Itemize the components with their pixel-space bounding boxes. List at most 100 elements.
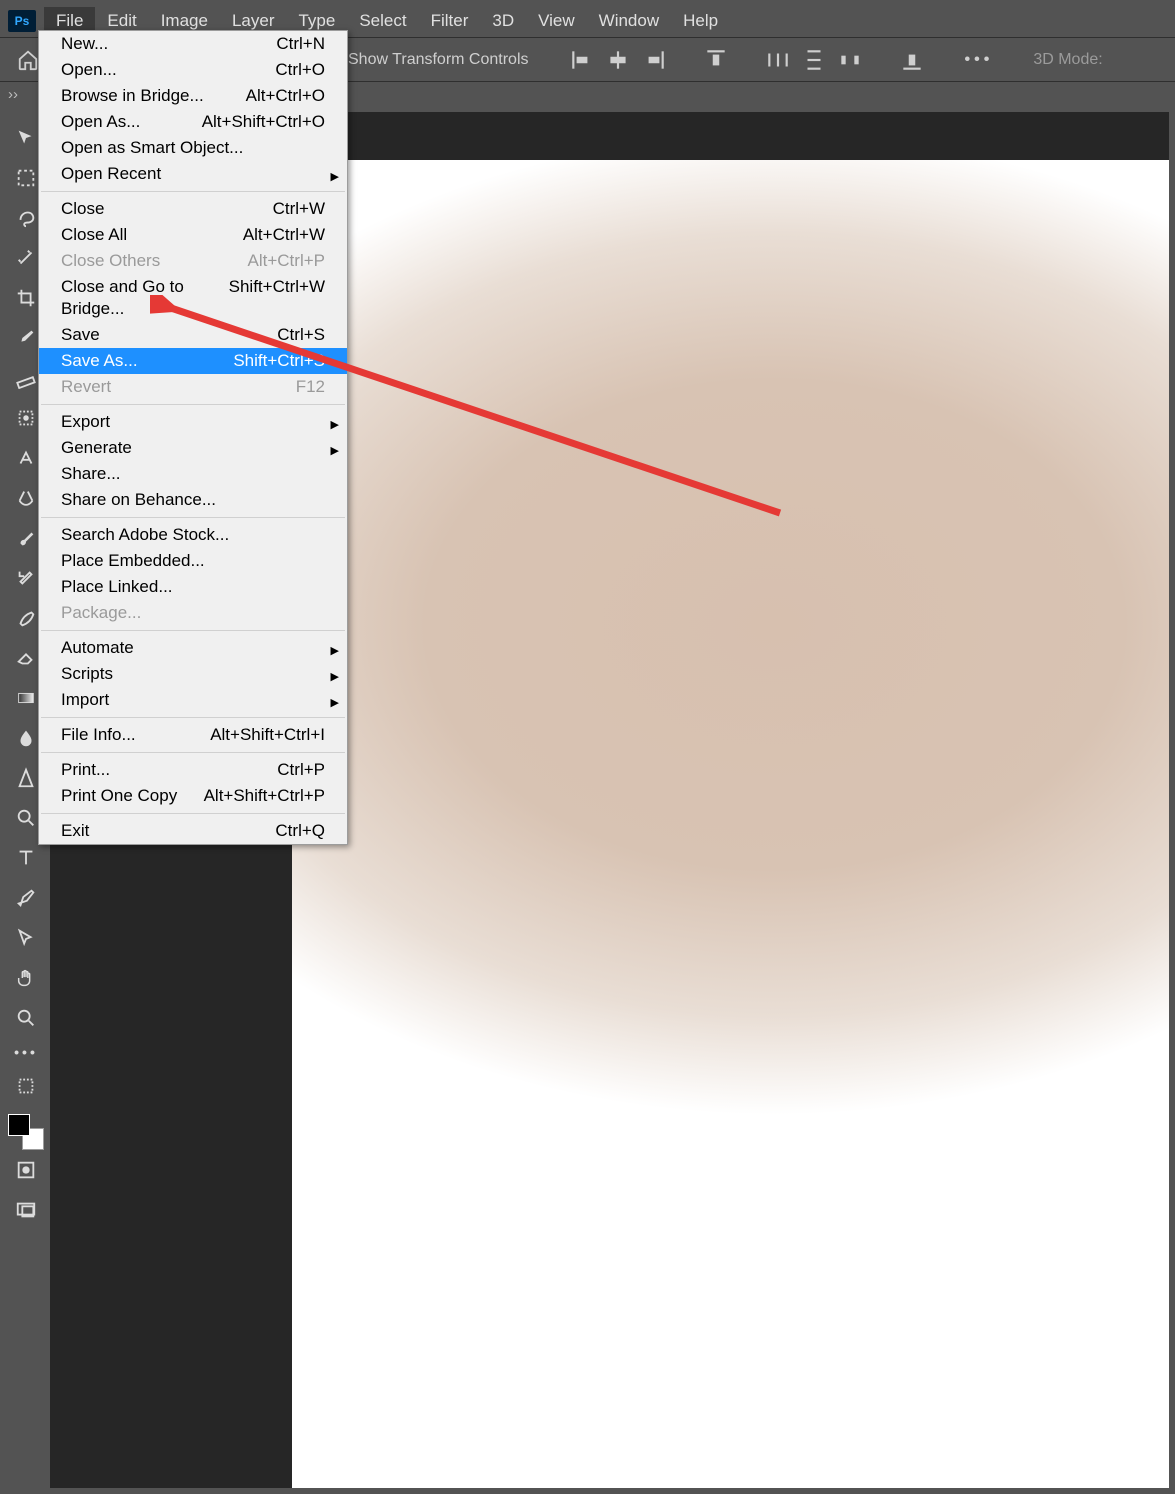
menu-item-label: Package... xyxy=(61,602,141,624)
hand-tool[interactable] xyxy=(8,960,44,996)
type-tool[interactable] xyxy=(8,840,44,876)
zoom-tool[interactable] xyxy=(8,1000,44,1036)
file-menu-dropdown: New... Ctrl+NOpen...Ctrl+OBrowse in Bridg… xyxy=(38,30,348,845)
quick-mask-icon[interactable] xyxy=(8,1152,44,1188)
menu-item-share-on-behance[interactable]: Share on Behance... xyxy=(39,487,347,513)
menu-item-shortcut: Alt+Shift+Ctrl+O xyxy=(202,111,325,133)
pen-tool[interactable] xyxy=(8,880,44,916)
menu-item-label: Close xyxy=(61,198,104,220)
align-icons-group xyxy=(569,47,925,73)
menu-separator xyxy=(41,813,345,814)
menu-item-shortcut: Ctrl+P xyxy=(277,759,325,781)
menu-separator xyxy=(41,630,345,631)
menu-item-shortcut: Shift+Ctrl+S xyxy=(233,350,325,372)
menu-item-label: Share on Behance... xyxy=(61,489,216,511)
tools-more-icon[interactable]: ••• xyxy=(14,1044,38,1060)
3d-mode-label: 3D Mode: xyxy=(1033,51,1102,69)
more-options-icon[interactable]: ••• xyxy=(965,51,994,69)
menu-separator xyxy=(41,717,345,718)
document-canvas[interactable] xyxy=(292,160,1169,1488)
menu-separator xyxy=(41,404,345,405)
menu-item-label: New... xyxy=(61,33,108,55)
menu-item-shortcut: Ctrl+S xyxy=(277,324,325,346)
menu-separator xyxy=(41,517,345,518)
menu-item-close[interactable]: Close Ctrl+W xyxy=(39,196,347,222)
menu-item-print[interactable]: Print...Ctrl+P xyxy=(39,757,347,783)
menu-item-label: Generate xyxy=(61,437,132,459)
menu-item-browse-in-bridge[interactable]: Browse in Bridge... Alt+Ctrl+O xyxy=(39,83,347,109)
menu-item-share[interactable]: Share... xyxy=(39,461,347,487)
menu-item-label: Browse in Bridge... xyxy=(61,85,204,107)
menu-item-label: Close Others xyxy=(61,250,160,272)
menu-item-shortcut: Shift+Ctrl+W xyxy=(229,276,325,320)
menu-item-label: Print One Copy xyxy=(61,785,177,807)
distribute-space-icon[interactable] xyxy=(837,47,863,73)
menu-item-shortcut: Ctrl+W xyxy=(273,198,325,220)
menu-item-shortcut: F12 xyxy=(296,376,325,398)
menu-separator xyxy=(41,191,345,192)
foreground-color-swatch[interactable] xyxy=(8,1114,30,1136)
menu-item-shortcut: Alt+Ctrl+P xyxy=(248,250,325,272)
edit-toolbar-icon[interactable] xyxy=(8,1068,44,1104)
menu-item-place-embedded[interactable]: Place Embedded... xyxy=(39,548,347,574)
menu-item-label: Place Linked... xyxy=(61,576,173,598)
distribute-v-icon[interactable] xyxy=(801,47,827,73)
menu-item-generate[interactable]: Generate xyxy=(39,435,347,461)
menu-item-new[interactable]: New... Ctrl+N xyxy=(39,31,347,57)
menu-item-open-as[interactable]: Open As... Alt+Shift+Ctrl+O xyxy=(39,109,347,135)
color-swatch[interactable] xyxy=(8,1114,44,1150)
path-select-tool[interactable] xyxy=(8,920,44,956)
menu-view[interactable]: View xyxy=(526,7,587,35)
menu-item-label: Save As... xyxy=(61,350,138,372)
screen-mode-icon[interactable] xyxy=(8,1192,44,1228)
menu-select[interactable]: Select xyxy=(347,7,418,35)
menu-item-close-others: Close Others Alt+Ctrl+P xyxy=(39,248,347,274)
menu-item-close-and-go-to-bridge[interactable]: Close and Go to Bridge...Shift+Ctrl+W xyxy=(39,274,347,322)
menu-item-save[interactable]: SaveCtrl+S xyxy=(39,322,347,348)
align-top-icon[interactable] xyxy=(703,47,729,73)
align-hcenter-icon[interactable] xyxy=(605,47,631,73)
menu-item-revert: Revert F12 xyxy=(39,374,347,400)
menu-item-exit[interactable]: Exit Ctrl+Q xyxy=(39,818,347,844)
menu-item-label: Export xyxy=(61,411,110,433)
menu-item-import[interactable]: Import xyxy=(39,687,347,713)
menu-item-label: Open As... xyxy=(61,111,140,133)
align-bottom-icon[interactable] xyxy=(899,47,925,73)
menu-item-search-adobe-stock[interactable]: Search Adobe Stock... xyxy=(39,522,347,548)
menu-item-file-info[interactable]: File Info...Alt+Shift+Ctrl+I xyxy=(39,722,347,748)
menu-item-export[interactable]: Export xyxy=(39,409,347,435)
menu-item-open-recent[interactable]: Open Recent xyxy=(39,161,347,187)
menu-item-label: Revert xyxy=(61,376,111,398)
menu-3d[interactable]: 3D xyxy=(480,7,526,35)
menu-item-label: Scripts xyxy=(61,663,113,685)
show-transform-controls-label[interactable]: Show Transform Controls xyxy=(348,51,529,69)
menu-help[interactable]: Help xyxy=(671,7,730,35)
menu-item-open-as-smart-object[interactable]: Open as Smart Object... xyxy=(39,135,347,161)
menu-item-automate[interactable]: Automate xyxy=(39,635,347,661)
align-right-icon[interactable] xyxy=(641,47,667,73)
menu-item-label: Close and Go to Bridge... xyxy=(61,276,229,320)
menu-item-label: Exit xyxy=(61,820,89,842)
menu-item-label: Open Recent xyxy=(61,163,161,185)
menu-item-close-all[interactable]: Close AllAlt+Ctrl+W xyxy=(39,222,347,248)
distribute-h-icon[interactable] xyxy=(765,47,791,73)
menu-item-label: Share... xyxy=(61,463,121,485)
menu-item-open[interactable]: Open...Ctrl+O xyxy=(39,57,347,83)
menu-item-package: Package... xyxy=(39,600,347,626)
menu-item-scripts[interactable]: Scripts xyxy=(39,661,347,687)
menu-separator xyxy=(41,752,345,753)
menu-item-save-as[interactable]: Save As... Shift+Ctrl+S xyxy=(39,348,347,374)
menu-item-shortcut: Alt+Ctrl+O xyxy=(246,85,325,107)
menu-item-shortcut: Ctrl+N xyxy=(276,33,325,55)
menu-filter[interactable]: Filter xyxy=(419,7,481,35)
menu-item-shortcut: Ctrl+Q xyxy=(275,820,325,842)
menu-item-label: Open... xyxy=(61,59,117,81)
menu-item-label: Automate xyxy=(61,637,134,659)
panel-collapse-chevron-icon[interactable]: ›› xyxy=(8,86,18,103)
menu-window[interactable]: Window xyxy=(587,7,671,35)
menu-item-label: Close All xyxy=(61,224,127,246)
align-left-icon[interactable] xyxy=(569,47,595,73)
menu-item-place-linked[interactable]: Place Linked... xyxy=(39,574,347,600)
menu-item-print-one-copy[interactable]: Print One CopyAlt+Shift+Ctrl+P xyxy=(39,783,347,809)
photoshop-logo-icon: Ps xyxy=(8,10,36,32)
